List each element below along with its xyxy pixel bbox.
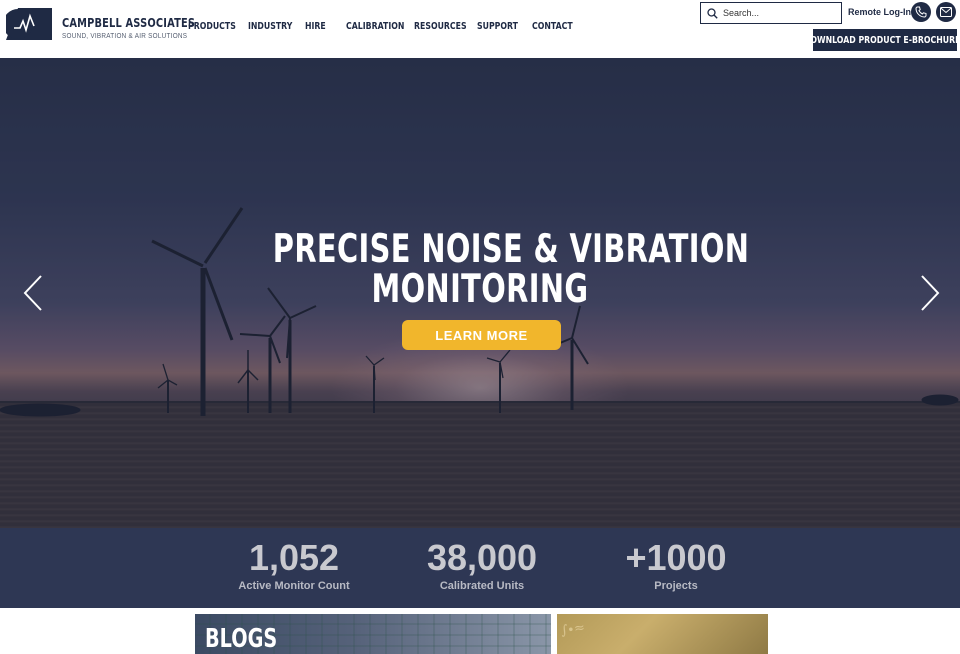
- download-brochures-button[interactable]: DOWNLOAD PRODUCT E-BROCHURES: [804, 29, 960, 51]
- search-box: [700, 2, 842, 24]
- blogs-card[interactable]: BLOGS: [195, 614, 551, 654]
- brand-name[interactable]: CAMPBELL ASSOCIATES: [62, 16, 195, 30]
- stat-value: 1,052: [248, 537, 340, 578]
- phone-button[interactable]: [911, 2, 931, 22]
- stats-bar: 1,052 Active Monitor Count 38,000 Calibr…: [0, 528, 960, 608]
- remote-login-link[interactable]: Remote Log-In: [848, 7, 911, 17]
- search-icon[interactable]: [707, 8, 718, 19]
- hero-slider: PRECISE NOISE & VIBRATION MONITORING LEA…: [0, 58, 960, 528]
- phone-icon: [915, 6, 927, 18]
- learn-more-button[interactable]: LEARN MORE: [402, 320, 561, 350]
- nav-contact[interactable]: CONTACT: [532, 21, 573, 32]
- hero-title-line2: MONITORING: [371, 267, 589, 312]
- email-button[interactable]: [936, 2, 956, 22]
- stat-value: 38,000: [426, 537, 538, 578]
- download-brochures-label: DOWNLOAD PRODUCT E-BROCHURES: [803, 34, 960, 46]
- stat-active-monitors: 1,052 Active Monitor Count: [194, 537, 394, 593]
- stat-label: Active Monitor Count: [238, 580, 350, 592]
- nav-resources[interactable]: RESOURCES: [414, 21, 467, 32]
- search-input[interactable]: [723, 5, 835, 21]
- hero-title: PRECISE NOISE & VIBRATION MONITORING: [200, 230, 760, 310]
- stat-value: +1000: [625, 537, 727, 578]
- hero-title-line1: PRECISE NOISE & VIBRATION: [272, 227, 750, 272]
- chevron-right-icon[interactable]: [918, 273, 942, 313]
- site-header: CAMPBELL ASSOCIATES SOUND, VIBRATION & A…: [0, 0, 960, 58]
- stat-projects: +1000 Projects: [576, 537, 776, 593]
- paper-texture-image: ∫∙≈: [560, 620, 586, 639]
- nav-hire[interactable]: HIRE: [305, 21, 326, 32]
- chevron-left-icon[interactable]: [21, 273, 45, 313]
- stat-label: Projects: [654, 580, 698, 592]
- nav-industry[interactable]: INDUSTRY: [248, 21, 292, 32]
- nav-support[interactable]: SUPPORT: [477, 21, 518, 32]
- nav-products[interactable]: PRODUCTS: [188, 21, 236, 32]
- blogs-card-title-text: BLOGS: [205, 624, 278, 654]
- mail-icon: [940, 7, 952, 17]
- stat-label: Calibrated Units: [439, 580, 525, 592]
- stat-calibrated-units: 38,000 Calibrated Units: [382, 537, 582, 593]
- logo-icon[interactable]: [6, 8, 52, 40]
- nav-calibration[interactable]: CALIBRATION: [346, 21, 404, 32]
- blogs-card-title: BLOGS: [205, 624, 303, 654]
- resources-card[interactable]: ∫∙≈: [557, 614, 768, 654]
- brand-tagline: SOUND, VIBRATION & AIR SOLUTIONS: [62, 31, 188, 40]
